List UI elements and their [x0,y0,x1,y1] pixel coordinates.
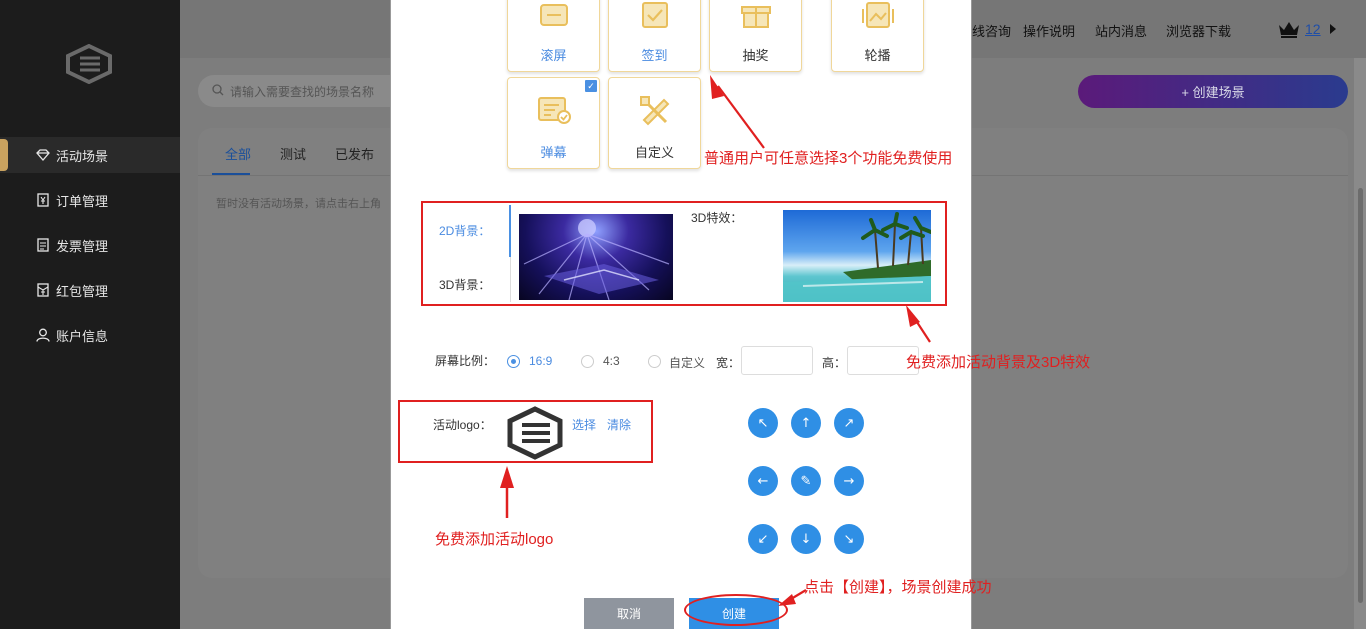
bg-note: 免费添加活动背景及3D特效 [906,354,1091,371]
annotation-arrows [500,75,931,606]
features-note: 普通用户可任意选择3个功能免费使用 [704,150,953,167]
create-note: 点击【创建】，场景创建成功 [804,579,992,596]
logo-note: 免费添加活动logo [435,531,554,548]
